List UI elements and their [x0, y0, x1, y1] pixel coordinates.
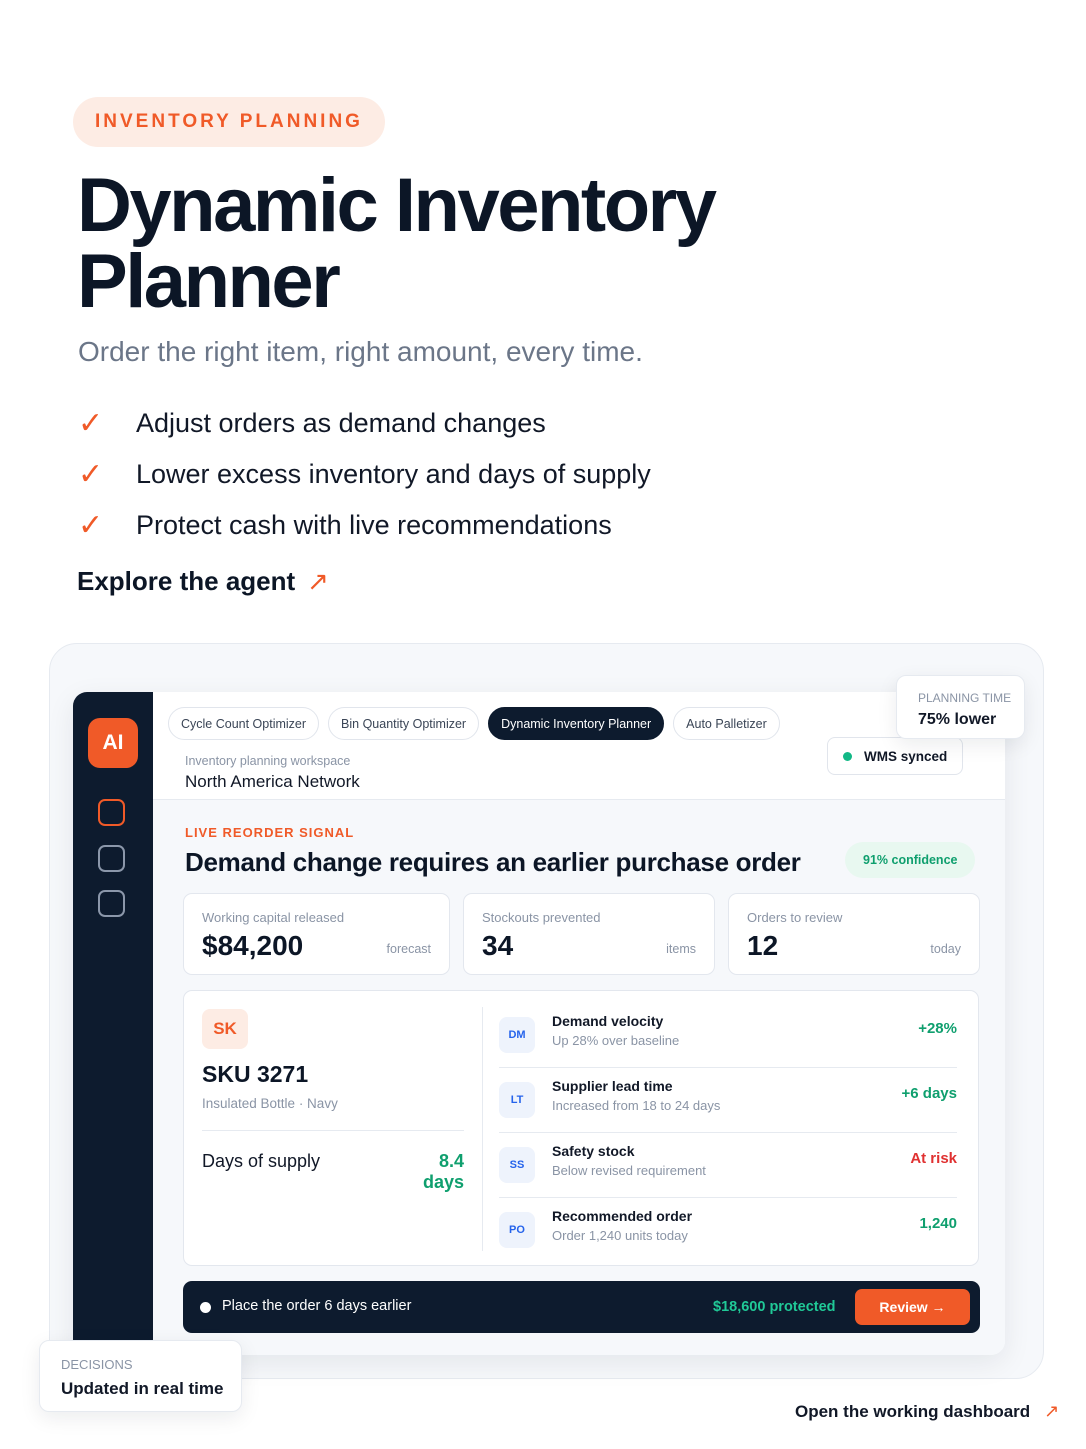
check-icon: ✓ [78, 407, 104, 440]
ai-logo[interactable]: AI [88, 718, 138, 768]
benefit-text: Protect cash with live recommendations [136, 510, 612, 540]
metric-card: Stockouts prevented 34 items [463, 893, 715, 975]
factor-value: +6 days [901, 1085, 957, 1102]
confidence-badge: 91% confidence [845, 842, 976, 878]
metric-unit: items [666, 942, 696, 956]
factor-subtitle: Increased from 18 to 24 days [552, 1098, 721, 1113]
planning-time-card: PLANNING TIME 75% lower [896, 675, 1025, 739]
factor-code-badge: DM [499, 1017, 535, 1053]
action-bar: Place the order 6 days earlier $18,600 p… [183, 1281, 980, 1333]
planning-time-label: PLANNING TIME [918, 691, 1012, 705]
divider [202, 1130, 464, 1131]
factor-row: PO Recommended order Order 1,240 units t… [499, 1198, 957, 1263]
chart-icon[interactable] [98, 890, 125, 917]
signal-title: Demand change requires an earlier purcha… [185, 847, 801, 877]
wms-sync-label: WMS synced [864, 748, 948, 764]
decisions-label: DECISIONS [61, 1357, 133, 1372]
top-bar: Cycle Count Optimizer Bin Quantity Optim… [153, 692, 1005, 800]
benefit-list: ✓ Adjust orders as demand changes ✓ Lowe… [78, 398, 651, 551]
arrow-up-right-icon: ↗ [1044, 1401, 1060, 1421]
sku-description: Insulated Bottle · Navy [202, 1096, 338, 1111]
eyebrow-badge: INVENTORY PLANNING [73, 97, 385, 147]
list-icon[interactable] [98, 845, 125, 872]
open-dashboard-label: Open the working dashboard [795, 1401, 1031, 1421]
tab-cycle-count-optimizer[interactable]: Cycle Count Optimizer [168, 707, 320, 740]
metric-value: 34 [482, 930, 514, 961]
review-button[interactable]: Review → [855, 1289, 970, 1325]
factor-code-badge: PO [499, 1212, 535, 1248]
app-window: AI Cycle Count Optimizer Bin Quantity Op… [73, 692, 1005, 1355]
factor-value: 1,240 [919, 1215, 957, 1232]
main-panel: Cycle Count Optimizer Bin Quantity Optim… [153, 692, 1005, 1355]
days-of-supply-value: 8.4 days [422, 1151, 464, 1192]
factor-value: +28% [918, 1020, 957, 1037]
benefit-item: ✓ Protect cash with live recommendations [78, 500, 651, 551]
explore-agent-link[interactable]: Explore the agent ↗ [77, 566, 329, 597]
factor-subtitle: Order 1,240 units today [552, 1228, 688, 1243]
tab-auto-palletizer[interactable]: Auto Palletizer [673, 707, 780, 740]
benefit-text: Adjust orders as demand changes [136, 408, 546, 438]
factor-title: Demand velocity [552, 1013, 664, 1029]
factor-row: DM Demand velocity Up 28% over baseline … [499, 1003, 957, 1068]
metric-unit: forecast [386, 942, 431, 956]
factor-code-badge: SS [499, 1147, 535, 1183]
protected-amount: $18,600 protected [713, 1299, 836, 1315]
check-icon: ✓ [78, 509, 104, 542]
benefit-text: Lower excess inventory and days of suppl… [136, 459, 651, 489]
sku-detail-card: SK SKU 3271 Insulated Bottle · Navy Days… [183, 990, 979, 1266]
benefit-item: ✓ Lower excess inventory and days of sup… [78, 449, 651, 500]
factor-value: At risk [910, 1150, 957, 1167]
decisions-card: DECISIONS Updated in real time [39, 1340, 242, 1412]
metric-value: $84,200 [202, 930, 304, 961]
status-dot-icon [843, 751, 852, 761]
benefit-item: ✓ Adjust orders as demand changes [78, 398, 651, 449]
metric-label: Orders to review [747, 910, 843, 925]
sku-badge: SK [202, 1009, 248, 1049]
metric-label: Working capital released [202, 910, 345, 925]
wms-sync-status: WMS synced [827, 737, 964, 775]
metric-value: 12 [747, 930, 779, 961]
factor-subtitle: Up 28% over baseline [552, 1033, 680, 1048]
open-dashboard-link[interactable]: Open the working dashboard ↗ [795, 1401, 1059, 1422]
metric-unit: today [930, 942, 961, 956]
days-of-supply-label: Days of supply [202, 1151, 321, 1171]
signal-label: LIVE REORDER SIGNAL [185, 825, 355, 840]
divider [482, 1007, 483, 1251]
decisions-value: Updated in real time [61, 1379, 224, 1398]
factor-list: DM Demand velocity Up 28% over baseline … [499, 1003, 957, 1263]
factor-title: Recommended order [552, 1208, 693, 1224]
explore-agent-label: Explore the agent [77, 566, 296, 596]
status-dot-icon [200, 1302, 211, 1313]
factor-row: LT Supplier lead time Increased from 18 … [499, 1068, 957, 1133]
workspace-label: Inventory planning workspace [185, 754, 351, 768]
agent-tabs: Cycle Count Optimizer Bin Quantity Optim… [168, 707, 780, 740]
factor-code-badge: LT [499, 1082, 535, 1118]
factor-title: Safety stock [552, 1143, 635, 1159]
metric-card: Orders to review 12 today [728, 893, 980, 975]
action-text: Place the order 6 days earlier [222, 1298, 412, 1314]
page-title: Dynamic Inventory Planner [77, 163, 717, 324]
check-icon: ✓ [78, 458, 104, 491]
workspace-name: North America Network [185, 772, 360, 791]
factor-title: Supplier lead time [552, 1078, 673, 1094]
tab-bin-quantity-optimizer[interactable]: Bin Quantity Optimizer [328, 707, 480, 740]
tab-dynamic-inventory-planner[interactable]: Dynamic Inventory Planner [488, 707, 665, 740]
factor-subtitle: Below revised requirement [552, 1163, 706, 1178]
sku-id: SKU 3271 [202, 1061, 309, 1087]
page-subtitle: Order the right item, right amount, ever… [78, 336, 643, 367]
metric-card: Working capital released $84,200 forecas… [183, 893, 450, 975]
grid-icon[interactable] [98, 799, 125, 826]
sidebar: AI [73, 692, 153, 1355]
metric-label: Stockouts prevented [482, 910, 601, 925]
arrow-up-right-icon: ↗ [307, 566, 329, 596]
planning-time-value: 75% lower [918, 711, 997, 728]
factor-row: SS Safety stock Below revised requiremen… [499, 1133, 957, 1198]
